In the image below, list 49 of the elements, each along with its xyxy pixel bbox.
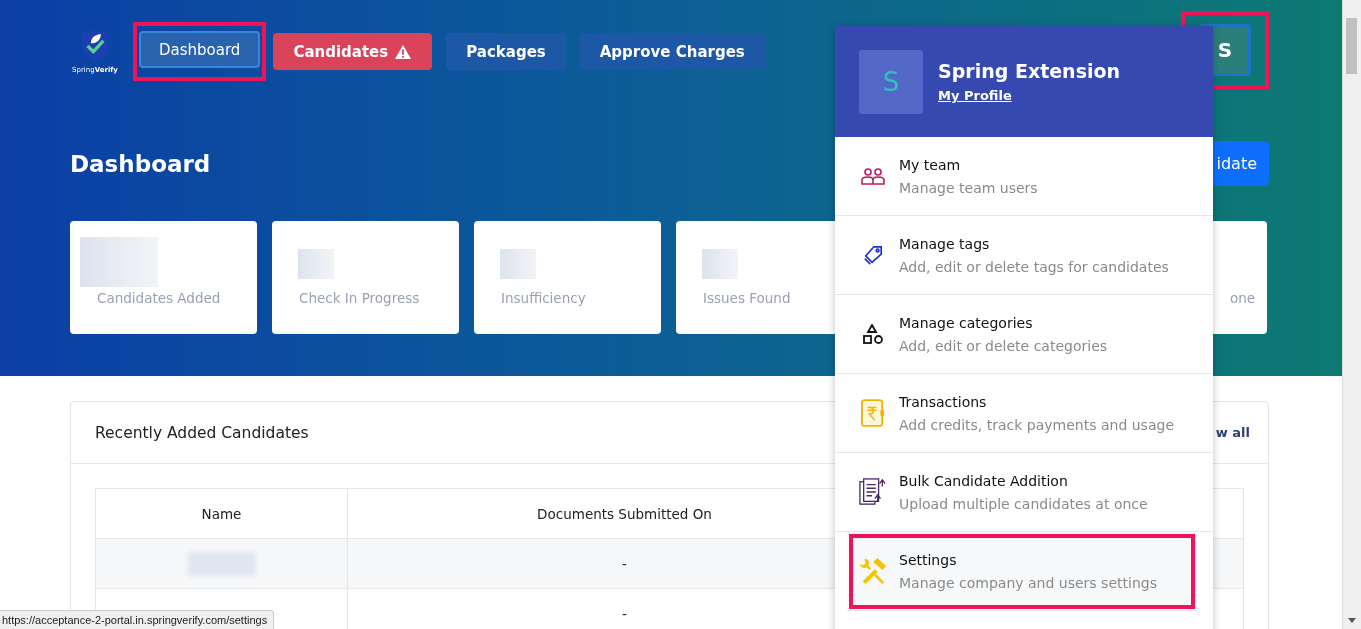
stat-label: one [1229, 290, 1256, 306]
stat-label: Check In Progress [299, 290, 421, 306]
menu-item-title: My team [899, 156, 962, 173]
redacted-value [702, 249, 738, 279]
scroll-down-icon[interactable] [1348, 618, 1356, 623]
menu-item-title: Transactions [899, 393, 988, 410]
nav-button[interactable]: Candidates [273, 33, 433, 70]
status-url: https://acceptance-2-portal.in.springverify.com/settings [0, 610, 275, 629]
document-upload-icon [859, 476, 887, 508]
menu-item-title: Manage tags [899, 235, 991, 252]
tag-icon [863, 244, 883, 266]
column-header: Name [95, 488, 348, 539]
rupee-wallet-icon [861, 399, 885, 427]
table-cell: - [622, 555, 627, 572]
people-icon [861, 167, 885, 185]
tools-icon [859, 557, 887, 585]
menu-item-description: Manage company and users settings [899, 574, 1157, 591]
stat-label: Candidates Added [97, 290, 222, 306]
scrollbar-thumb[interactable] [1346, 18, 1357, 74]
shapes-icon [862, 324, 884, 344]
view-all-link[interactable]: w all [1215, 425, 1250, 440]
menu-item[interactable]: Manage tags Add, edit or delete tags for candidates [835, 216, 1213, 295]
stat-label: Insufficiency [501, 290, 587, 306]
profile-name: Spring Extension [938, 60, 1121, 82]
menu-item-description: Manage team users [899, 179, 1038, 196]
profile-avatar: S [859, 49, 923, 114]
menu-item[interactable]: Settings Manage company and users settings [847, 532, 1197, 611]
menu-item-description: Add, edit or delete tags for candidates [899, 258, 1169, 275]
nav-button[interactable]: Packages [446, 33, 566, 70]
page-title: Dashboard [70, 150, 211, 177]
my-profile-link[interactable]: My Profile [938, 88, 1121, 103]
menu-item[interactable]: My team Manage team users [835, 137, 1213, 216]
menu-item[interactable]: Transactions Add credits, track payments and usage [835, 374, 1213, 453]
menu-item-title: Manage categories [899, 314, 1034, 331]
menu-item-title: Bulk Candidate Addition [899, 472, 1069, 489]
stat-label: Issues Found [703, 290, 792, 306]
menu-item-description: Add credits, track payments and usage [899, 416, 1174, 433]
nav-button[interactable]: Dashboard [139, 31, 261, 68]
menu-item-description: Upload multiple candidates at once [899, 495, 1148, 512]
redacted-value [298, 249, 334, 279]
menu-item[interactable]: Manage categories Add, edit or delete categories [835, 295, 1213, 374]
table-cell: - [622, 605, 627, 622]
nav-button[interactable]: Approve Charges [579, 33, 765, 70]
card-title: Recently Added Candidates [95, 423, 309, 442]
warning-icon [394, 43, 413, 60]
shield-check-logo-icon [80, 28, 110, 62]
menu-item-description: Add, edit or delete categories [899, 337, 1108, 354]
menu-item-title: Settings [899, 551, 958, 568]
redacted-value [500, 249, 536, 279]
